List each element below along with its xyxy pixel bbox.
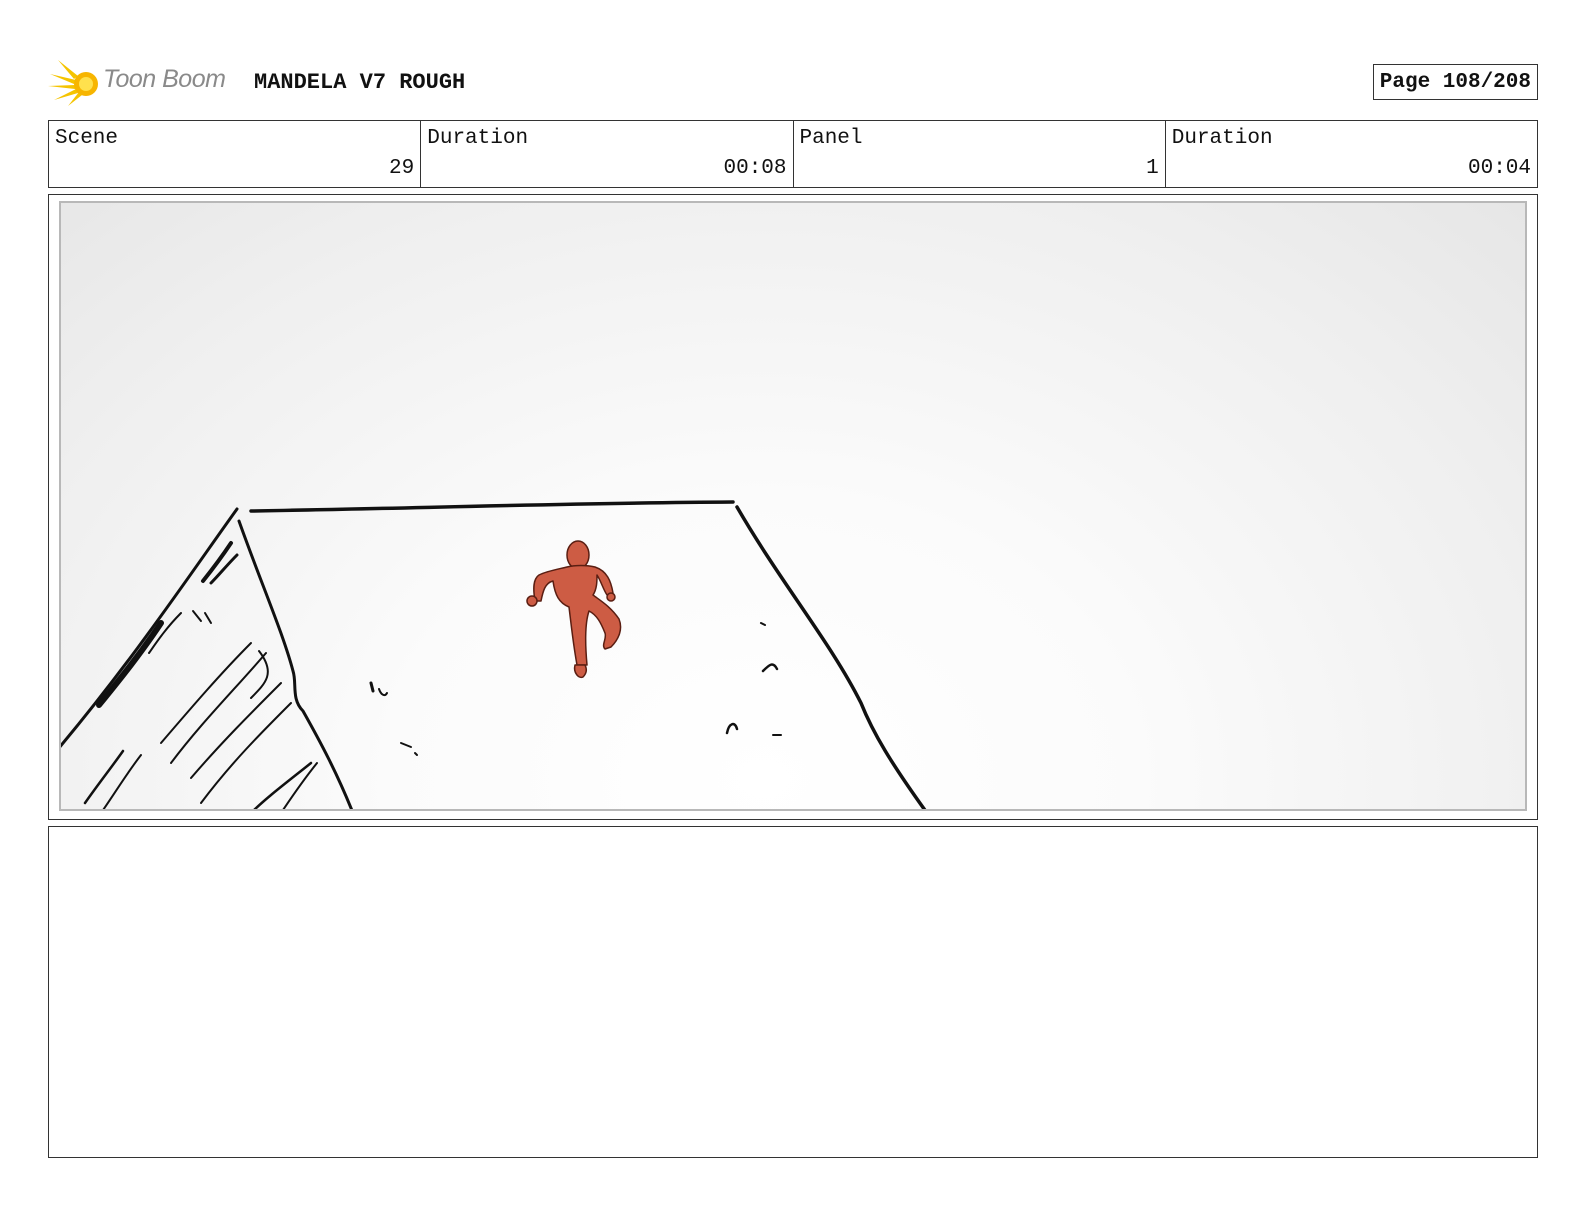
scene-value: 29 [389, 157, 415, 180]
scene-duration-cell: Duration 00:08 [421, 121, 794, 187]
scene-duration-value: 00:08 [723, 157, 787, 180]
storyboard-panel-image [59, 201, 1527, 811]
panel-sketch [61, 500, 927, 809]
panel-notes-box [48, 826, 1538, 1158]
page-number-badge: Page 108/208 [1372, 64, 1538, 100]
scene-label: Scene [55, 127, 119, 150]
scene-cell: Scene 29 [49, 121, 422, 187]
panel-value: 1 [1146, 157, 1159, 180]
panel-cell: Panel 1 [794, 121, 1166, 187]
logo-wordmark: Toon Boom [103, 65, 226, 93]
panel-label: Panel [799, 127, 863, 150]
storyboard-panel-frame [48, 194, 1538, 820]
panel-duration-label: Duration [1171, 127, 1273, 150]
toon-boom-logo: Toon Boom [48, 56, 248, 108]
scene-info-table: Scene 29 Duration 00:08 Panel 1 Duration… [48, 120, 1538, 188]
toon-boom-flare-icon [48, 60, 98, 106]
panel-duration-value: 00:04 [1467, 157, 1531, 180]
scene-duration-label: Duration [427, 127, 529, 150]
project-title: MANDELA V7 ROUGH [254, 70, 466, 95]
page-header: Toon Boom MANDELA V7 ROUGH Page 108/208 [48, 56, 1538, 106]
panel-duration-cell: Duration 00:04 [1166, 121, 1537, 187]
